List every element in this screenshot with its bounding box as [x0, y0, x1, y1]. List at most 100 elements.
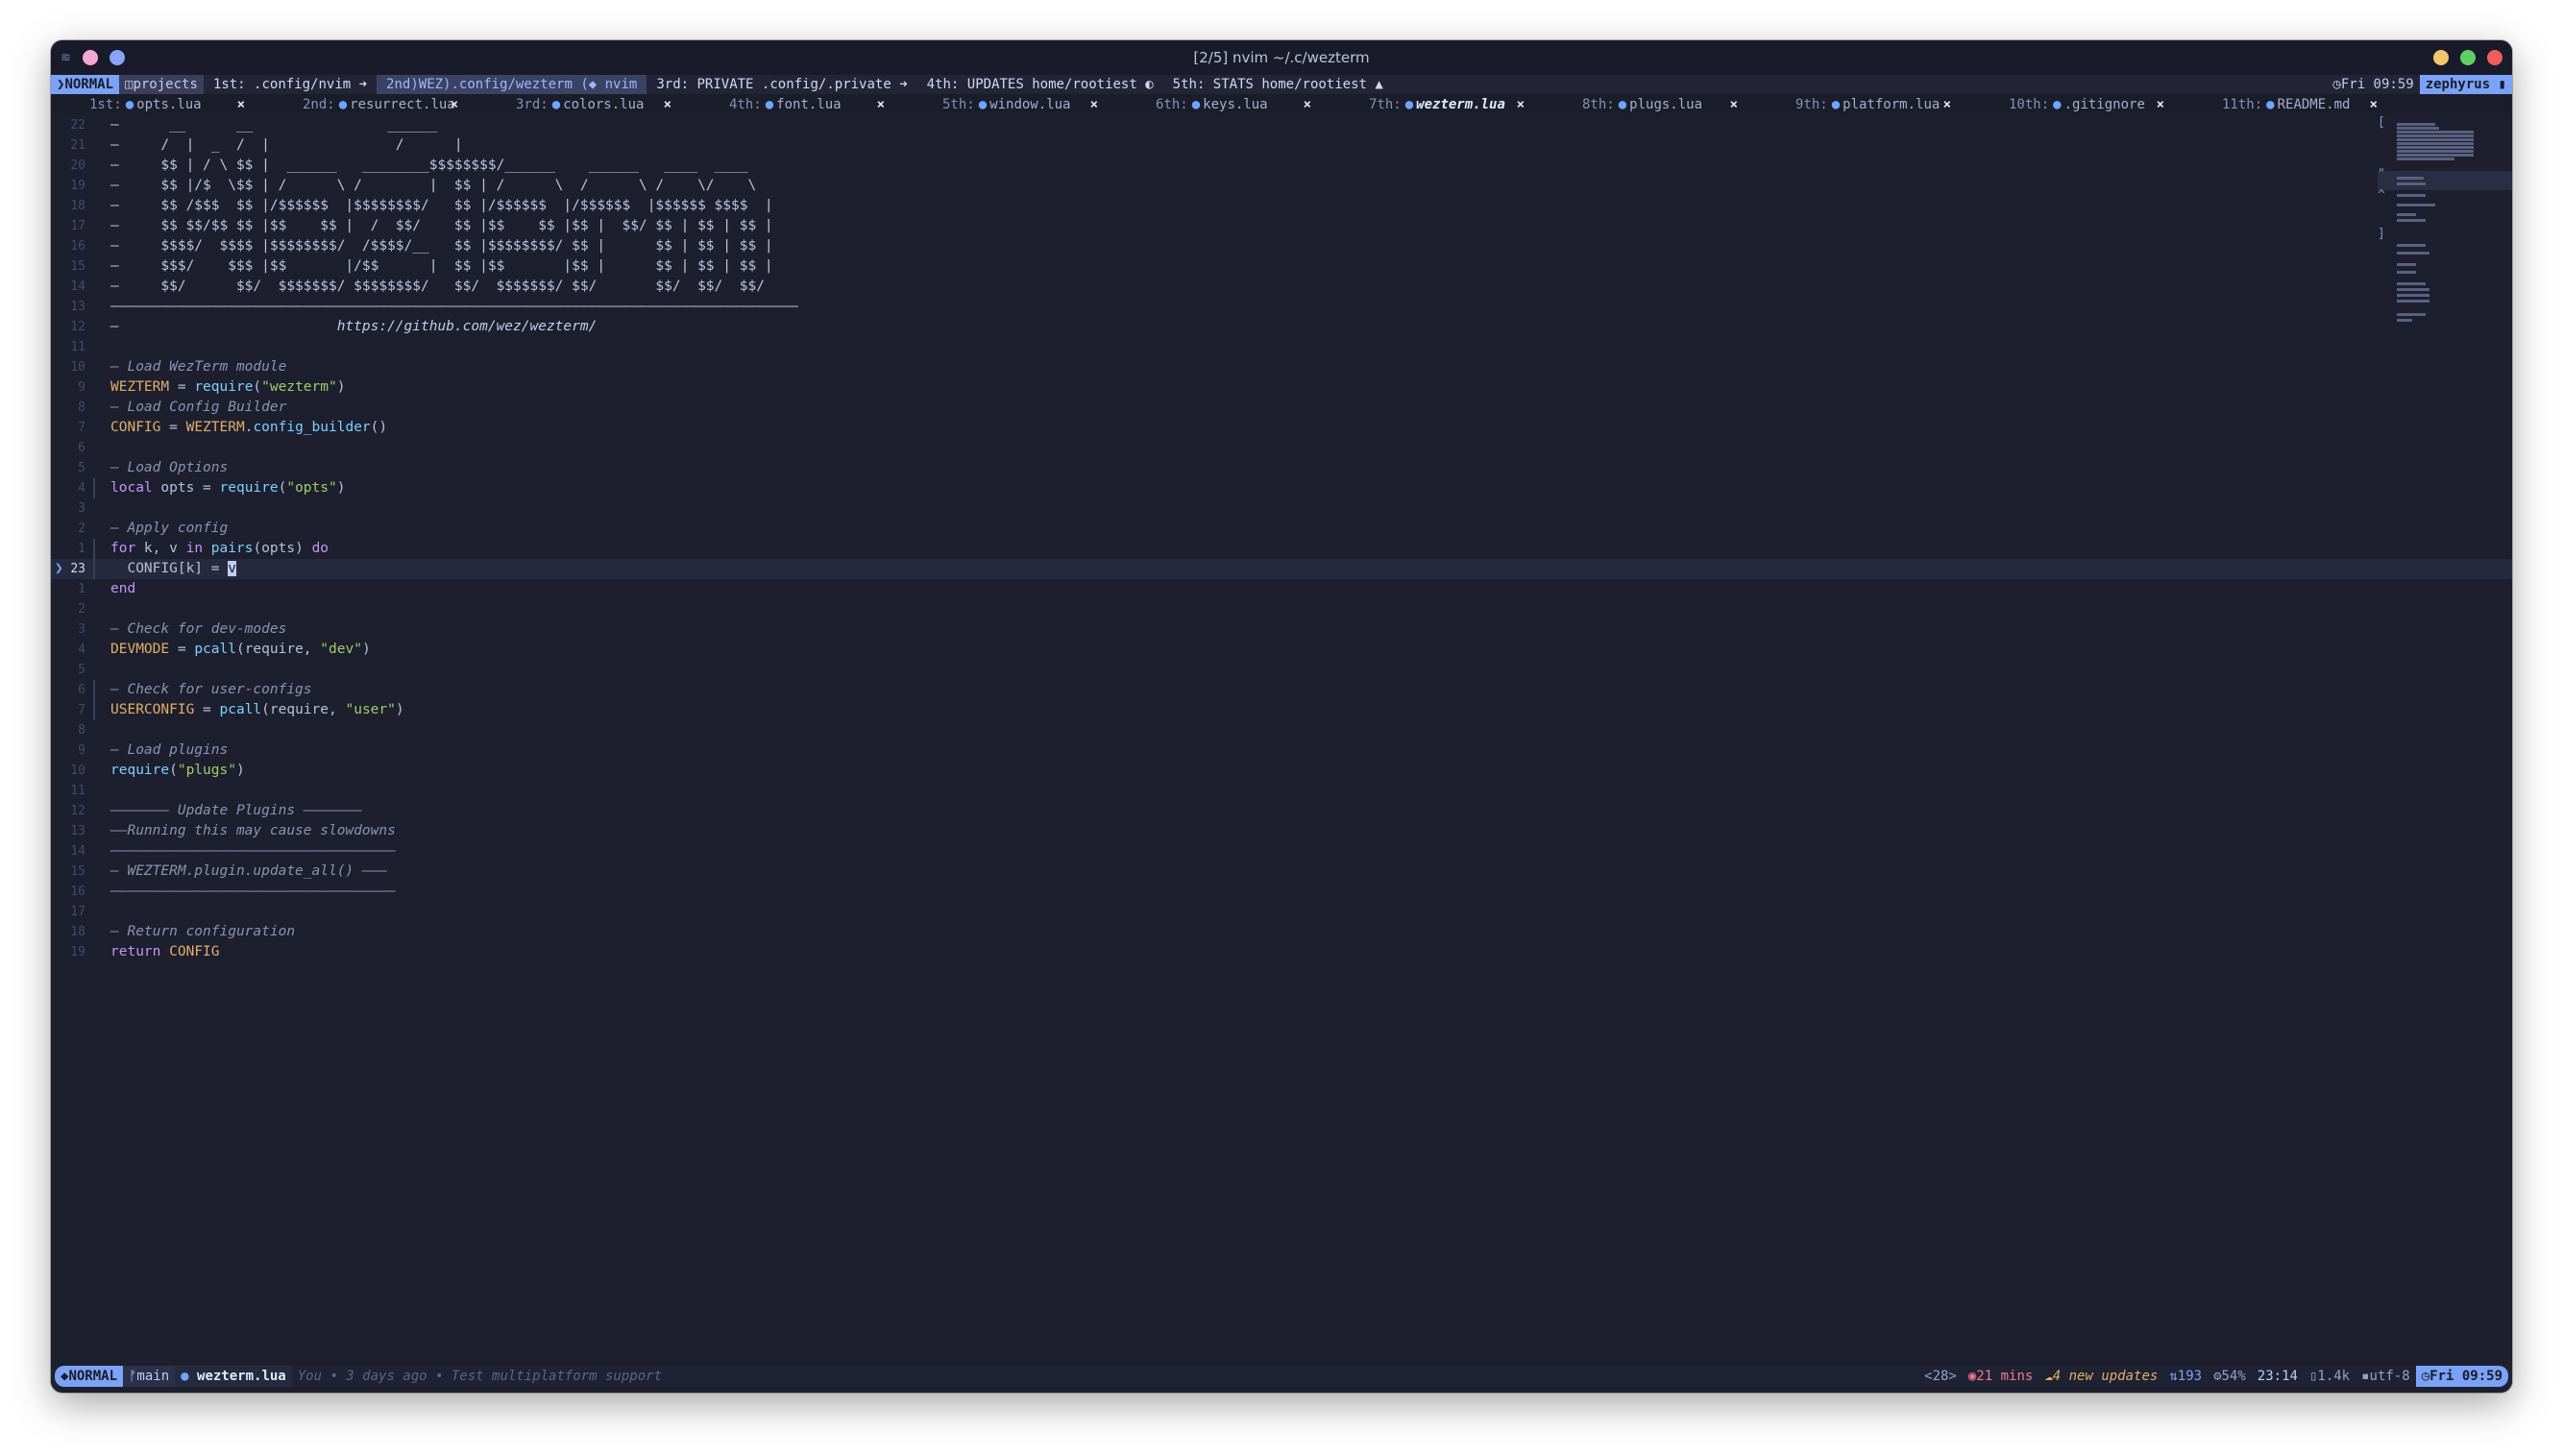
code-line[interactable]: 12 — https://github.com/wez/wezterm/	[51, 317, 2512, 337]
code-line[interactable]: 20 — $$ | / \ $$ | ______ ________$$$$$$$…	[51, 156, 2512, 176]
code-line[interactable]: 13 ——Running this may cause slowdowns	[51, 821, 2512, 841]
current-line[interactable]: ❯ 23 CONFIG[k] = v	[51, 559, 2512, 579]
code-line[interactable]: 19 — $$ |/$ \$$ | / \ / | $$ | / \ / \ / …	[51, 176, 2512, 196]
buffer-ordinal: 4th:	[729, 96, 762, 112]
code-line[interactable]: 18 — $$ /$$$ $$ |/$$$$$$ |$$$$$$$$/ $$ |/…	[51, 196, 2512, 216]
code-line[interactable]: 6	[51, 438, 2512, 458]
code-line[interactable]: 12 ——————— Update Plugins ———————	[51, 801, 2512, 821]
code-line[interactable]: 7 USERCONFIG = pcall(require, "user")	[51, 700, 2512, 720]
code-line[interactable]: 21 — / | _ / | / |	[51, 135, 2512, 156]
status-file-name: wezterm.lua	[197, 1369, 286, 1384]
code-line[interactable]: 15 — WEZTERM.plugin.update_all() ———	[51, 861, 2512, 882]
buffer-tab[interactable]: 11th: ● README.md ×	[2184, 94, 2397, 114]
code-line[interactable]: 1 end	[51, 579, 2512, 599]
buffer-tab[interactable]: 5th: ● window.lua ×	[904, 94, 1117, 114]
buffer-close-icon[interactable]: ×	[1730, 97, 1738, 112]
buffer-close-icon[interactable]: ×	[451, 97, 458, 112]
buffer-close-icon[interactable]: ×	[1943, 97, 1951, 112]
buffer-tab[interactable]: 2nd: ● resurrect.lua ×	[264, 94, 477, 114]
buffer-tab[interactable]: 1st: ● opts.lua ×	[51, 94, 264, 114]
wezbar-clock: ◷ Fri 09:59	[2332, 77, 2414, 92]
line-number: 17	[70, 219, 85, 233]
buffer-close-icon[interactable]: ×	[1517, 97, 1525, 112]
code-token: )	[336, 379, 346, 395]
updates-indicator[interactable]: ☁ 4 new updates	[2038, 1366, 2163, 1387]
minimap-viewport[interactable]	[2378, 171, 2512, 190]
maximize-button[interactable]	[2460, 50, 2476, 65]
code-token: =	[169, 379, 195, 395]
wezterm-tab-2[interactable]: 2nd)WEZ).config/wezterm (◆ nvim	[377, 75, 647, 94]
code-line[interactable]: 7 CONFIG = WEZTERM.config_builder()	[51, 418, 2512, 438]
code-line[interactable]: 5 — Load Options	[51, 458, 2512, 478]
code-token: pairs	[210, 541, 254, 556]
code-token: local	[110, 480, 153, 496]
minimap[interactable]: [ " ^ ]	[2378, 115, 2512, 376]
code-line[interactable]: 9 — Load plugins	[51, 740, 2512, 761]
buffer-tab[interactable]: 4th: ● font.lua ×	[691, 94, 904, 114]
code-line[interactable]: 10 — Load WezTerm module	[51, 357, 2512, 377]
buffer-close-icon[interactable]: ×	[2370, 97, 2378, 112]
code-line[interactable]: 3 — Check for dev-modes	[51, 619, 2512, 640]
indent-guide	[93, 559, 95, 579]
wezterm-tab-1[interactable]: 1st: .config/nvim ➜	[204, 75, 377, 94]
minimap-line	[2397, 182, 2426, 185]
code-line[interactable]: 4 DEVMODE = pcall(require, "dev")	[51, 640, 2512, 660]
buffer-tab[interactable]: 3rd: ● colors.lua ×	[477, 94, 691, 114]
minimize-button[interactable]	[2433, 50, 2449, 65]
code-line[interactable]: 22 — __ __ ______	[51, 115, 2512, 135]
close-button[interactable]	[2487, 50, 2502, 65]
code-token: CONFIG	[169, 944, 220, 959]
code-line[interactable]: 15 — $$$/ $$$ |$$ |/$$ | $$ |$$ |$$ | $$ …	[51, 256, 2512, 277]
blue-dot-icon[interactable]	[109, 50, 125, 65]
code-line[interactable]: 10 require("plugs")	[51, 761, 2512, 781]
buffer-close-icon[interactable]: ×	[877, 97, 885, 112]
line-number: 7	[78, 421, 85, 435]
code-line[interactable]: 2 — Apply config	[51, 519, 2512, 539]
code-line[interactable]: 13 ——————————————————————————————————————…	[51, 297, 2512, 317]
code-line[interactable]: 5	[51, 660, 2512, 680]
pink-dot-icon[interactable]	[82, 50, 98, 65]
status-file[interactable]: ● wezterm.lua	[175, 1366, 292, 1387]
code-line[interactable]: 9 WEZTERM = require("wezterm")	[51, 377, 2512, 398]
buffer-close-icon[interactable]: ×	[2157, 97, 2164, 112]
git-branch[interactable]: ᚠ main	[123, 1366, 176, 1387]
wezterm-menu-icon[interactable]: ≋	[61, 51, 71, 65]
code-line[interactable]: 17	[51, 902, 2512, 922]
wezterm-tab-3[interactable]: 3rd: PRIVATE .config/.private ➜	[647, 75, 916, 94]
code-line[interactable]: 4 local opts = require("opts")	[51, 478, 2512, 498]
wezterm-tab-4[interactable]: 4th: UPDATES home/rootiest ◐	[917, 75, 1163, 94]
code-line[interactable]: 16 — $$$$/ $$$$ |$$$$$$$$/ /$$$$/__ $$ |$…	[51, 236, 2512, 256]
code-line[interactable]: 6 — Check for user-configs	[51, 680, 2512, 700]
code-line[interactable]: 3	[51, 498, 2512, 519]
code-line[interactable]: 11	[51, 337, 2512, 357]
code-line[interactable]: 8	[51, 720, 2512, 740]
code-token: "opts"	[286, 480, 337, 496]
buffer-tab[interactable]: 6th: ● keys.lua ×	[1117, 94, 1330, 114]
buffer-tab[interactable]: 9th: ● platform.lua ×	[1757, 94, 1970, 114]
buffer-close-icon[interactable]: ×	[664, 97, 671, 112]
wezterm-tab-5[interactable]: 5th: STATS home/rootiest ▲	[1163, 75, 1393, 94]
code-line[interactable]: 17 — $$ $$/$$ $$ |$$ $$ | / $$/ $$ |$$ $$…	[51, 216, 2512, 236]
buffer-tab[interactable]: 7th: ● wezterm.lua ×	[1330, 94, 1544, 114]
file-type-icon: ●	[1618, 96, 1627, 112]
buffer-ordinal: 8th:	[1582, 96, 1615, 112]
code-line[interactable]: 1 for k, v in pairs(opts) do	[51, 539, 2512, 559]
code-line[interactable]: 11	[51, 781, 2512, 801]
code-line[interactable]: 14 ——————————————————————————————————	[51, 841, 2512, 861]
workspace-indicator[interactable]: ◫ projects	[119, 75, 204, 94]
minimap-line	[2397, 146, 2474, 149]
code-token: =	[160, 420, 186, 435]
buffer-tab[interactable]: 10th: ● .gitignore ×	[1970, 94, 2184, 114]
buffer-tab[interactable]: 8th: ● plugs.lua ×	[1544, 94, 1757, 114]
code-line[interactable]: 14 — $$/ $$/ $$$$$$$/ $$$$$$$$/ $$/ $$$$$…	[51, 277, 2512, 297]
editor-pane[interactable]: 22— __ __ ______ 21— / | _ / | / | 20— $$ …	[51, 115, 2512, 1393]
buffer-close-icon[interactable]: ×	[237, 97, 245, 112]
code-line[interactable]: 2	[51, 599, 2512, 619]
code-line[interactable]: 16 ——————————————————————————————————	[51, 882, 2512, 902]
buffer-close-icon[interactable]: ×	[1090, 97, 1098, 112]
code-line[interactable]: 19 return CONFIG	[51, 942, 2512, 962]
code-line[interactable]: 18 — Return configuration	[51, 922, 2512, 942]
buffer-close-icon[interactable]: ×	[1304, 97, 1311, 112]
status-mode: ◆ NORMAL	[55, 1366, 124, 1387]
code-line[interactable]: 8 — Load Config Builder	[51, 398, 2512, 418]
